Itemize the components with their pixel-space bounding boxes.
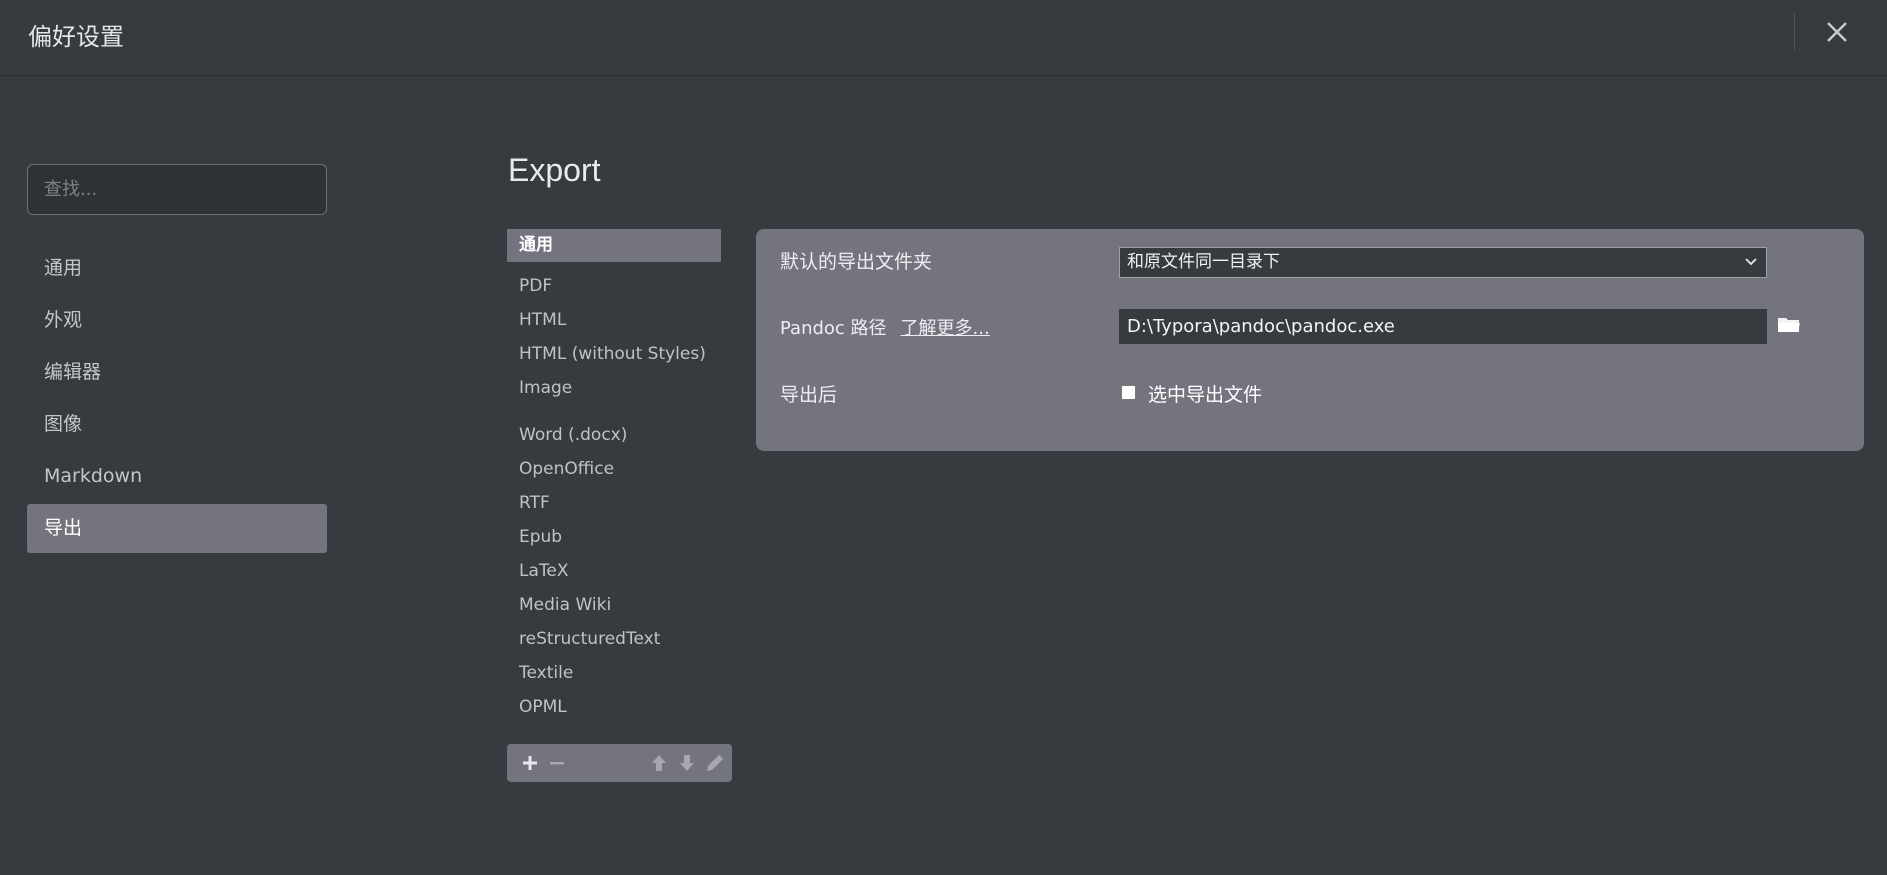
search-input[interactable] [27,164,327,215]
format-item-latex[interactable]: LaTeX [507,554,721,588]
title-bar: 偏好设置 [0,0,1887,76]
chevron-down-icon [1745,258,1757,266]
move-up-button[interactable] [649,753,669,773]
format-item-pdf[interactable]: PDF [507,269,721,303]
sidebar-item-editor[interactable]: 编辑器 [27,348,327,397]
folder-icon [1778,318,1800,332]
add-format-button[interactable] [520,753,540,773]
window-title: 偏好设置 [28,23,124,51]
select-exported-file-label[interactable]: 选中导出文件 [1148,380,1262,407]
default-folder-value: 和原文件同一目录下 [1127,252,1280,272]
format-list-toolbar [507,744,732,782]
browse-folder-button[interactable] [1777,315,1801,335]
close-button[interactable] [1821,16,1853,48]
sidebar-item-image[interactable]: 图像 [27,400,327,449]
format-item-textile[interactable]: Textile [507,656,721,690]
format-item-epub[interactable]: Epub [507,520,721,554]
format-item-rtf[interactable]: RTF [507,486,721,520]
after-export-label: 导出后 [780,384,838,406]
edit-format-button[interactable] [705,753,725,773]
learn-more-link[interactable]: 了解更多... [901,318,990,339]
default-folder-label: 默认的导出文件夹 [780,251,933,273]
sidebar-nav: 通用 外观 编辑器 图像 Markdown 导出 [27,244,327,556]
format-item-restructuredtext[interactable]: reStructuredText [507,622,721,656]
export-format-list: 通用 PDF HTML HTML (without Styles) Image … [507,229,721,724]
pandoc-path-input[interactable] [1119,309,1767,344]
format-item-openoffice[interactable]: OpenOffice [507,452,721,486]
sidebar-item-general[interactable]: 通用 [27,244,327,293]
minus-icon [550,762,564,765]
format-item-html[interactable]: HTML [507,303,721,337]
format-item-mediawiki[interactable]: Media Wiki [507,588,721,622]
pandoc-label: Pandoc 路径 [780,318,887,339]
pencil-icon [707,755,723,771]
close-icon [1827,22,1847,42]
title-divider [1794,13,1795,50]
format-item-image[interactable]: Image [507,371,721,405]
format-item-html-without-styles[interactable]: HTML (without Styles) [507,337,721,371]
default-folder-select[interactable]: 和原文件同一目录下 [1119,247,1767,278]
format-item-general[interactable]: 通用 [507,229,721,262]
page-title: Export [508,152,601,188]
pandoc-row: Pandoc 路径 了解更多... [780,314,990,340]
sidebar-item-export[interactable]: 导出 [27,504,327,553]
move-down-button[interactable] [677,753,697,773]
arrow-up-icon [652,755,666,771]
plus-icon [523,756,537,770]
select-exported-file-checkbox[interactable] [1121,385,1136,400]
format-item-opml[interactable]: OPML [507,690,721,724]
arrow-down-icon [680,755,694,771]
sidebar-item-appearance[interactable]: 外观 [27,296,327,345]
format-item-word[interactable]: Word (.docx) [507,418,721,452]
sidebar-item-markdown[interactable]: Markdown [27,452,327,501]
export-settings-panel: 默认的导出文件夹 和原文件同一目录下 Pandoc 路径了解更多... 导出后 … [756,229,1864,451]
remove-format-button[interactable] [547,753,567,773]
